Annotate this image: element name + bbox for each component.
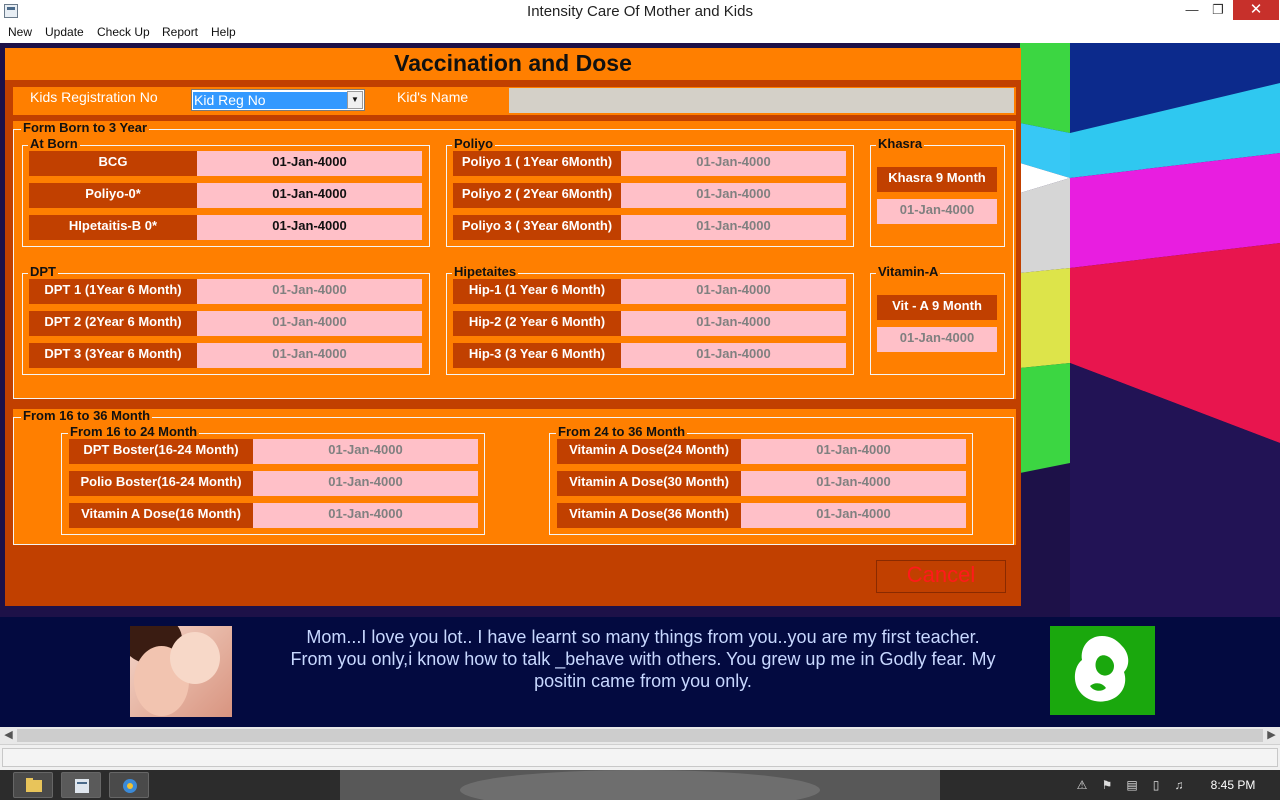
vaccine-label: Vitamin A Dose(16 Month) [69, 503, 253, 528]
vaccine-label: Hip-3 (3 Year 6 Month) [453, 343, 621, 368]
banner-line-1: Mom...I love you lot.. I have learnt so … [306, 627, 980, 647]
vaccine-date-field[interactable]: 01-Jan-4000 [741, 471, 966, 496]
group-16-to-24-month-title: From 16 to 24 Month [68, 424, 200, 439]
taskbar-clock[interactable]: 8:45 PM [1198, 778, 1268, 792]
vaccine-date-field[interactable]: 01-Jan-4000 [621, 151, 846, 176]
tray-flag-icon[interactable]: ⚑ [1100, 778, 1114, 792]
vaccine-date-field[interactable]: 01-Jan-4000 [197, 151, 422, 176]
kids-reg-label: Kids Registration No [30, 89, 158, 105]
vaccine-label: Vit - A 9 Month [877, 295, 997, 320]
vaccine-date-field[interactable]: 01-Jan-4000 [197, 183, 422, 208]
vaccine-date-field[interactable]: 01-Jan-4000 [621, 183, 846, 208]
chevron-down-icon[interactable]: ▼ [347, 91, 363, 109]
group-24-to-36-month-title: From 24 to 36 Month [556, 424, 688, 439]
vaccine-label: Poliyo 1 ( 1Year 6Month) [453, 151, 621, 176]
tray-network-warning-icon[interactable]: ⚠ [1075, 778, 1089, 792]
footer-banner: Mom...I love you lot.. I have learnt so … [0, 617, 1280, 727]
group-dpt-title: DPT [28, 264, 58, 279]
group-hipetaites-title: Hipetaites [452, 264, 519, 279]
group-vitamin-a [870, 273, 1005, 375]
group-vitamin-a-title: Vitamin-A [876, 264, 941, 279]
banner-line-2: From you only,i know how to talk _behave… [290, 649, 996, 669]
section-16-to-36-month: From 16 to 36 Month From 16 to 24 Month … [13, 409, 1016, 545]
vaccine-label: DPT 3 (3Year 6 Month) [29, 343, 197, 368]
vaccine-date-field[interactable]: 01-Jan-4000 [197, 311, 422, 336]
vaccine-label: Vitamin A Dose(30 Month) [557, 471, 741, 496]
cancel-button[interactable]: Cancel [876, 560, 1006, 593]
menu-help[interactable]: Help [211, 25, 236, 39]
vaccination-form: Vaccination and Dose Kids Registration N… [5, 48, 1021, 606]
group-at-born-title: At Born [28, 136, 80, 151]
vaccine-date-field[interactable]: 01-Jan-4000 [877, 199, 997, 224]
minimize-button[interactable]: — [1178, 0, 1206, 20]
form-title-band: Vaccination and Dose [5, 48, 1021, 80]
section-16-to-36-month-title: From 16 to 36 Month [21, 408, 153, 423]
window-titlebar: Intensity Care Of Mother and Kids — ❐ ✕ [0, 0, 1280, 23]
vaccine-date-field[interactable]: 01-Jan-4000 [621, 215, 846, 240]
group-khasra [870, 145, 1005, 247]
vaccine-date-field[interactable]: 01-Jan-4000 [197, 343, 422, 368]
vaccine-label: DPT 2 (2Year 6 Month) [29, 311, 197, 336]
status-bar [0, 744, 1280, 770]
banner-message: Mom...I love you lot.. I have learnt so … [270, 626, 1016, 692]
vaccine-date-field[interactable]: 01-Jan-4000 [741, 503, 966, 528]
mother-child-photo [130, 626, 232, 717]
vaccine-label: Vitamin A Dose(24 Month) [557, 439, 741, 464]
banner-line-3: positin came from you only. [534, 671, 752, 691]
menu-check-up[interactable]: Check Up [97, 25, 150, 39]
vaccine-label: Poliyo 3 ( 3Year 6Month) [453, 215, 621, 240]
vaccine-label: Khasra 9 Month [877, 167, 997, 192]
status-panel [2, 748, 1278, 767]
vaccine-date-field[interactable]: 01-Jan-4000 [621, 343, 846, 368]
menu-new[interactable]: New [8, 25, 32, 39]
vaccine-date-field[interactable]: 01-Jan-4000 [621, 279, 846, 304]
tray-signal-icon[interactable]: ▤ [1125, 778, 1139, 792]
vaccine-date-field[interactable]: 01-Jan-4000 [253, 471, 478, 496]
vaccine-label: DPT 1 (1Year 6 Month) [29, 279, 197, 304]
kid-reg-no-combo[interactable]: Kid Reg No ▼ [191, 89, 365, 111]
vaccine-label: Vitamin A Dose(36 Month) [557, 503, 741, 528]
vaccine-label: Hip-2 (2 Year 6 Month) [453, 311, 621, 336]
mother-child-logo-icon [1050, 626, 1155, 715]
vaccine-label: HIpetaitis-B 0* [29, 215, 197, 240]
vaccine-date-field[interactable]: 01-Jan-4000 [741, 439, 966, 464]
kids-name-label: Kid's Name [397, 89, 469, 105]
group-poliyo-title: Poliyo [452, 136, 496, 151]
scroll-left-icon[interactable]: ◀ [0, 727, 17, 744]
menu-report[interactable]: Report [162, 25, 198, 39]
vaccine-label: Poliyo 2 ( 2Year 6Month) [453, 183, 621, 208]
vaccine-date-field[interactable]: 01-Jan-4000 [197, 215, 422, 240]
tray-battery-icon[interactable]: ▯ [1149, 778, 1163, 792]
taskbar: ⚠ ⚑ ▤ ▯ ♫ 8:45 PM [0, 770, 1280, 800]
menu-update[interactable]: Update [45, 25, 84, 39]
section-born-to-3-year: Form Born to 3 Year At Born BCG 01-Jan-4… [13, 121, 1016, 399]
section-born-to-3-year-title: Form Born to 3 Year [21, 120, 150, 135]
vaccine-date-field[interactable]: 01-Jan-4000 [253, 503, 478, 528]
browser-icon[interactable] [109, 772, 149, 798]
tray-volume-icon[interactable]: ♫ [1172, 778, 1186, 792]
scroll-right-icon[interactable]: ▶ [1263, 727, 1280, 744]
kid-reg-no-value[interactable]: Kid Reg No [193, 92, 347, 109]
window-title: Intensity Care Of Mother and Kids [527, 3, 753, 20]
group-khasra-title: Khasra [876, 136, 925, 151]
taskbar-wallpaper-strip [340, 770, 940, 800]
app-task-icon[interactable] [61, 772, 101, 798]
vaccine-date-field[interactable]: 01-Jan-4000 [621, 311, 846, 336]
vaccine-date-field[interactable]: 01-Jan-4000 [877, 327, 997, 352]
scroll-thumb[interactable] [17, 729, 1263, 742]
vaccine-date-field[interactable]: 01-Jan-4000 [197, 279, 422, 304]
menu-bar: New Update Check Up Report Help [0, 23, 1280, 43]
close-button[interactable]: ✕ [1233, 0, 1279, 20]
kids-name-field[interactable] [509, 88, 1014, 113]
file-explorer-icon[interactable] [13, 772, 53, 798]
horizontal-scrollbar[interactable]: ◀ ▶ [0, 727, 1280, 744]
vaccine-label: Poliyo-0* [29, 183, 197, 208]
vaccine-date-field[interactable]: 01-Jan-4000 [253, 439, 478, 464]
vaccine-label: Hip-1 (1 Year 6 Month) [453, 279, 621, 304]
maximize-button[interactable]: ❐ [1204, 0, 1232, 20]
vaccine-label: Polio Boster(16-24 Month) [69, 471, 253, 496]
form-title: Vaccination and Dose [394, 50, 632, 76]
vaccine-label: BCG [29, 151, 197, 176]
vaccine-label: DPT Boster(16-24 Month) [69, 439, 253, 464]
